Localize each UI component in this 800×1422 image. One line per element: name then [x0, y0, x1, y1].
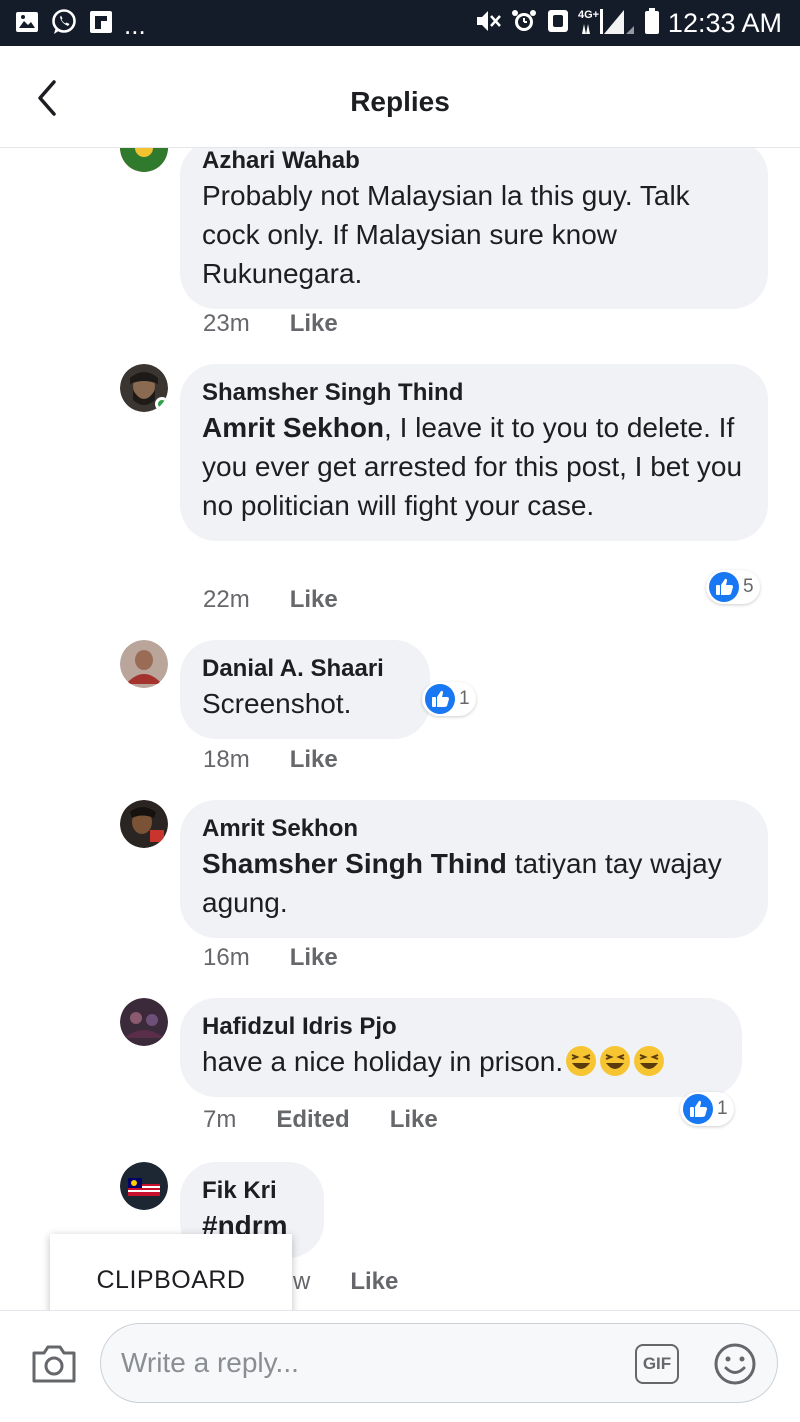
avatar[interactable] — [120, 364, 168, 412]
comment-meta: 23m Like — [203, 310, 338, 338]
whatsapp-icon — [50, 8, 78, 41]
comment-meta: 16m Like — [203, 944, 338, 972]
comment-bubble[interactable]: Shamsher Singh Thind Amrit Sekhon, I lea… — [180, 364, 768, 541]
overflow-notifications: ... — [124, 9, 146, 40]
like-button[interactable]: Like — [290, 310, 338, 338]
reaction-badge[interactable]: 5 — [706, 570, 760, 604]
image-icon — [14, 9, 40, 40]
avatar[interactable] — [120, 800, 168, 848]
reaction-count: 1 — [717, 1098, 728, 1119]
comment-bubble[interactable]: Amrit Sekhon Shamsher Singh Thind tatiya… — [180, 800, 768, 938]
reply-input[interactable] — [121, 1342, 601, 1384]
edited-label[interactable]: Edited — [276, 1106, 349, 1134]
alarm-icon — [510, 7, 538, 40]
page-title: Replies — [350, 86, 450, 117]
like-button[interactable]: Like — [350, 1268, 398, 1296]
comment-text: Screenshot. — [202, 684, 408, 723]
comment-time: w — [293, 1268, 311, 1295]
laughing-face-icon — [633, 1045, 665, 1077]
gif-button[interactable]: GIF — [635, 1344, 679, 1384]
comment-time: 22m — [203, 586, 250, 613]
flipboard-icon — [88, 9, 114, 40]
thumbs-up-icon — [709, 572, 739, 602]
battery-icon — [644, 7, 660, 40]
smiley-icon — [714, 1343, 756, 1385]
comment-body: have a nice holiday in prison. — [202, 1046, 564, 1077]
avatar[interactable] — [120, 640, 168, 688]
comment-time: 16m — [203, 944, 250, 971]
comment-bubble[interactable]: Hafidzul Idris Pjo have a nice holiday i… — [180, 998, 742, 1097]
camera-button[interactable] — [30, 1341, 78, 1385]
status-bar: ... 4G+ 12:33 AM — [0, 0, 800, 46]
avatar[interactable] — [120, 1162, 168, 1210]
comment-bubble[interactable]: Danial A. Shaari Screenshot. — [180, 640, 430, 739]
reaction-badge[interactable]: 1 — [422, 682, 476, 716]
mention[interactable]: Amrit Sekhon — [202, 412, 384, 443]
reaction-badge[interactable]: 1 — [680, 1092, 734, 1126]
comment-text: Amrit Sekhon, I leave it to you to delet… — [202, 408, 746, 525]
nfc-icon — [546, 8, 570, 39]
thumbs-up-icon — [683, 1094, 713, 1124]
status-bar-left: ... — [14, 8, 146, 41]
comment-text: Probably not Malaysian la this guy. Talk… — [202, 176, 746, 293]
like-button[interactable]: Like — [290, 586, 338, 614]
mention[interactable]: Shamsher Singh Thind — [202, 848, 507, 879]
comment-text: Shamsher Singh Thind tatiyan tay wajay a… — [202, 844, 746, 922]
avatar[interactable] — [120, 998, 168, 1046]
comment-author[interactable]: Fik Kri — [202, 1176, 302, 1206]
like-button[interactable]: Like — [290, 944, 338, 972]
comment-time: 7m — [203, 1106, 237, 1133]
comment-author[interactable]: Hafidzul Idris Pjo — [202, 1012, 720, 1042]
laughing-face-icon — [565, 1045, 597, 1077]
reaction-count: 5 — [743, 576, 754, 597]
camera-icon — [32, 1345, 76, 1383]
comment-text: have a nice holiday in prison. — [202, 1042, 720, 1081]
comment-meta: 7m Edited Like — [203, 1106, 438, 1134]
online-status-dot — [155, 397, 168, 411]
status-bar-right: 4G+ 12:33 AM — [474, 6, 782, 41]
laughing-face-icon — [599, 1045, 631, 1077]
comment-body: Screenshot. — [202, 688, 352, 719]
mute-icon — [474, 7, 502, 40]
comment-author[interactable]: Azhari Wahab — [202, 148, 746, 176]
comment-meta: 22m Like — [203, 586, 338, 614]
header-bar: Replies — [0, 46, 800, 148]
comment-author[interactable]: Shamsher Singh Thind — [202, 378, 746, 408]
reply-input-wrapper[interactable]: GIF — [100, 1323, 778, 1403]
comment-bubble[interactable]: Azhari Wahab Probably not Malaysian la t… — [180, 148, 768, 309]
reply-composer: GIF — [0, 1310, 800, 1422]
comment-time: 18m — [203, 746, 250, 773]
emoji-button[interactable] — [713, 1342, 757, 1386]
comment-meta: w Like — [293, 1268, 398, 1296]
comment-author[interactable]: Danial A. Shaari — [202, 654, 408, 684]
clock: 12:33 AM — [667, 8, 782, 38]
replies-list[interactable]: Azhari Wahab Probably not Malaysian la t… — [0, 148, 800, 1310]
svg-text:4G+: 4G+ — [578, 9, 599, 21]
clipboard-label[interactable]: CLIPBOARD — [97, 1266, 246, 1295]
signal-4g-icon: 4G+ — [578, 6, 636, 41]
comment-time: 23m — [203, 310, 250, 337]
comment-meta: 18m Like — [203, 746, 338, 774]
like-button[interactable]: Like — [390, 1106, 438, 1134]
like-button[interactable]: Like — [290, 746, 338, 774]
comment-author[interactable]: Amrit Sekhon — [202, 814, 746, 844]
thumbs-up-icon — [425, 684, 455, 714]
avatar[interactable] — [120, 148, 168, 172]
comment-body: Probably not Malaysian la this guy. Talk… — [202, 180, 690, 289]
reaction-count: 1 — [459, 688, 470, 709]
